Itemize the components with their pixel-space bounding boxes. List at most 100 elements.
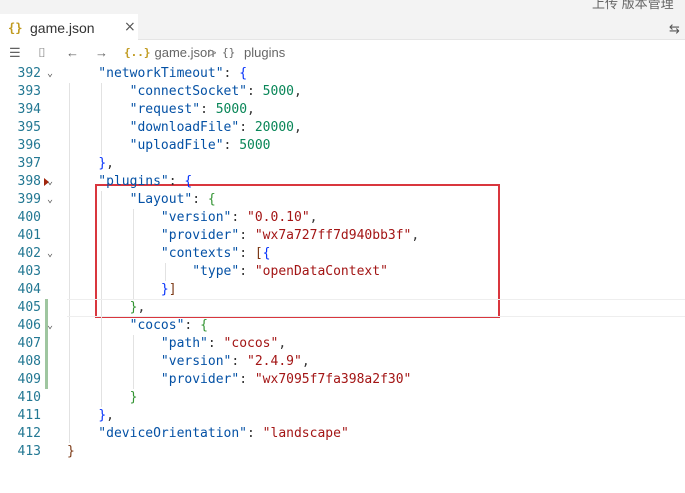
code-token: "path" [67,336,208,351]
code-text: } [67,389,138,407]
code-token: } [67,444,75,459]
code-line[interactable]: 406 ⌄ "cocos": { [0,317,685,335]
line-number: 394 [17,102,41,117]
breadcrumb-symbol-plugins[interactable]: plugins [244,45,285,60]
code-token: : [223,138,240,153]
fold-chevron-icon[interactable]: ⌄ [47,65,53,83]
tab-label: game.json [30,19,95,36]
line-number: 411 [17,408,41,423]
code-text: }, [67,155,114,173]
breadcrumb-separator: > [209,45,217,60]
line-number: 396 [17,138,41,153]
top-toolbar-text[interactable]: 上传 版本管理 [592,0,674,12]
code-token: "request" [67,102,201,117]
code-line[interactable]: 403 "type": "openDataContext" [0,263,685,281]
line-number: 409 [17,372,41,387]
fold-chevron-icon[interactable]: ⌄ [47,317,53,335]
code-token: "deviceOrientation" [67,426,248,441]
code-editor[interactable]: 392 ⌄ "networkTimeout": {393 "connectSock… [0,64,685,493]
code-token: "provider" [67,372,240,387]
code-line[interactable]: 394 "request": 5000, [0,101,685,119]
code-token: , [278,336,287,351]
code-token: , [301,354,310,369]
code-line[interactable]: 393 "connectSocket": 5000, [0,83,685,101]
code-token: "2.4.9" [247,354,302,369]
code-line[interactable]: 410 } [0,389,685,407]
code-line[interactable]: 413} [0,443,685,461]
code-text: "plugins": { [67,173,192,191]
list-icon[interactable]: ☰ [9,45,21,61]
code-token: , [247,102,255,117]
code-token: : [223,66,240,81]
code-line[interactable]: 392 ⌄ "networkTimeout": { [0,65,685,83]
code-line[interactable]: 401 "provider": "wx7a727ff7d940bb3f", [0,227,685,245]
line-number: 413 [17,444,41,459]
code-line[interactable]: 409 "provider": "wx7095f7fa398a2f30" [0,371,685,389]
code-token: , [106,156,114,171]
code-line[interactable]: 411 }, [0,407,685,425]
forward-arrow-icon[interactable]: → [95,45,108,60]
code-text: "provider": "wx7a727ff7d940bb3f", [67,227,419,245]
code-token: "connectSocket" [67,84,248,99]
code-text: "provider": "wx7095f7fa398a2f30" [67,371,411,389]
fold-chevron-icon[interactable]: ⌄ [47,173,53,191]
code-token: ] [168,282,177,297]
code-text: "Layout": { [67,191,216,209]
code-line[interactable]: 402 ⌄ "contexts": [{ [0,245,685,263]
code-line[interactable]: 405 }, [0,299,685,317]
code-text: "type": "openDataContext" [67,263,388,281]
code-token: [ [254,246,263,261]
json-file-icon: {} [8,20,23,35]
code-text: "path": "cocos", [67,335,286,353]
gutter-change-marker [45,299,48,317]
close-icon[interactable]: × [124,19,136,35]
breadcrumb-file[interactable]: {..} game.json [124,45,214,60]
line-number: 392 [17,66,41,81]
code-token: "wx7095f7fa398a2f30" [254,372,412,387]
code-token: : [200,102,216,117]
code-token: } [160,282,169,297]
line-number: 400 [17,210,41,225]
code-line[interactable]: 396 "uploadFile": 5000 [0,137,685,155]
line-number: 412 [17,426,41,441]
code-token: , [293,120,302,135]
code-token: "cocos" [223,336,279,351]
fold-chevron-icon[interactable]: ⌄ [47,191,53,209]
code-token: 20000 [254,120,294,135]
code-text: "request": 5000, [67,101,255,119]
code-line[interactable]: 395 "downloadFile": 20000, [0,119,685,137]
code-token: , [411,228,420,243]
code-line[interactable]: 397 }, [0,155,685,173]
code-token: : [168,174,185,189]
code-line[interactable]: 398 ⌄ "plugins": { [0,173,685,191]
code-line[interactable]: 399 ⌄ "Layout": { [0,191,685,209]
code-text: "uploadFile": 5000 [67,137,271,155]
code-token: , [293,84,302,99]
back-arrow-icon[interactable]: ← [66,45,79,60]
line-number: 403 [17,264,41,279]
code-line[interactable]: 400 "version": "0.0.10", [0,209,685,227]
code-token: "type" [67,264,240,279]
line-number: 401 [17,228,41,243]
code-token: : [239,228,255,243]
code-text: "networkTimeout": { [67,65,247,83]
code-token: : [247,84,263,99]
code-line[interactable]: 412 "deviceOrientation": "landscape" [0,425,685,443]
code-line[interactable]: 404 }] [0,281,685,299]
fold-chevron-icon[interactable]: ⌄ [47,245,53,263]
code-text: "downloadFile": 20000, [67,119,302,137]
code-text: }] [67,281,177,299]
compare-icon[interactable]: ⇆ [669,22,680,37]
code-token: } [98,156,107,171]
bookmark-icon[interactable]: ⌷ [38,45,46,61]
code-line[interactable]: 408 "version": "2.4.9", [0,353,685,371]
code-token: "version" [67,210,232,225]
code-token: "openDataContext" [254,264,388,279]
code-line[interactable]: 407 "path": "cocos", [0,335,685,353]
tab-game-json[interactable]: {} game.json × [0,14,138,41]
code-token: { [239,66,248,81]
code-token: { [184,174,193,189]
line-number: 397 [17,156,41,171]
